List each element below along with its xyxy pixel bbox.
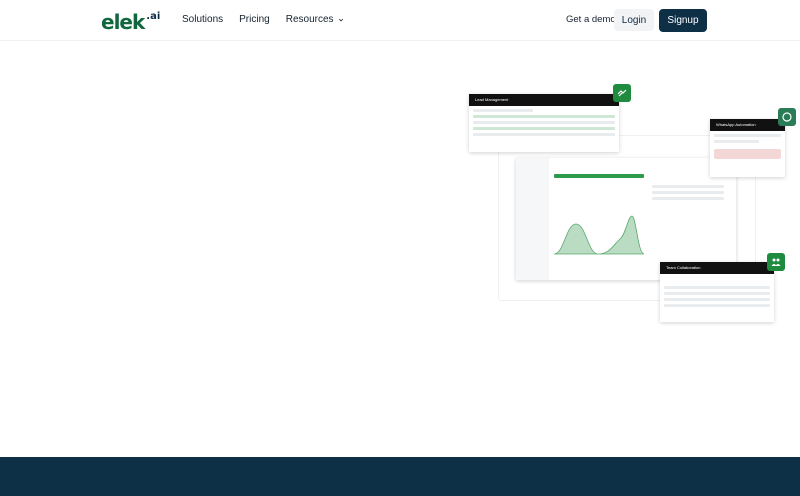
nav-solutions-label: Solutions [182,14,224,25]
lead-management-card: Lead Management [469,94,619,152]
message-row [714,140,759,143]
table-row [473,109,533,112]
dashboard-tabs [554,174,644,178]
message-bubble [714,149,781,159]
nav-resources[interactable]: Resources [286,14,344,25]
message-row [714,134,781,137]
whatsapp-automation-card: WhatsApp Automation [710,119,785,177]
chevron-down-icon [338,18,343,21]
dashboard-chart [554,215,644,255]
page: elek .ai Solutions Pricing Resources Get… [0,0,800,496]
nav-solutions[interactable]: Solutions [182,14,223,25]
signup-button[interactable]: Signup [659,9,707,32]
handshake-icon [613,84,631,102]
stat-row [652,191,724,194]
main-nav: Solutions Pricing Resources [182,14,360,25]
footer-band [0,457,800,496]
dashboard-sidebar [516,158,549,280]
logo[interactable]: elek .ai [101,10,160,32]
team-icon-glyph [771,258,781,266]
site-header: elek .ai Solutions Pricing Resources Get… [0,0,800,41]
table-row [664,304,770,307]
table-row [664,298,770,301]
stat-row [652,185,724,188]
nav-pricing[interactable]: Pricing [239,14,270,25]
team-icon [767,253,785,271]
team-collaboration-title: Team Collaboration [660,262,774,274]
table-row [473,127,615,130]
lead-management-title: Lead Management [469,94,619,106]
team-collaboration-card: Team Collaboration [660,262,774,322]
get-demo-link[interactable]: Get a demo [566,14,616,25]
table-row [473,133,615,136]
table-row [473,115,615,118]
handshake-icon-glyph [617,89,627,97]
table-row [664,286,770,289]
whatsapp-icon-glyph [782,112,792,122]
login-button[interactable]: Login [614,9,654,31]
nav-resources-label: Resources [285,14,334,25]
dashboard-stats [648,182,728,232]
logo-suffix: .ai [146,11,161,22]
stat-row [652,197,724,200]
nav-pricing-label: Pricing [239,14,270,25]
logo-text: elek [101,10,145,34]
whatsapp-automation-title: WhatsApp Automation [710,119,785,131]
whatsapp-icon [778,108,796,126]
table-row [664,292,770,295]
table-row [473,121,615,124]
